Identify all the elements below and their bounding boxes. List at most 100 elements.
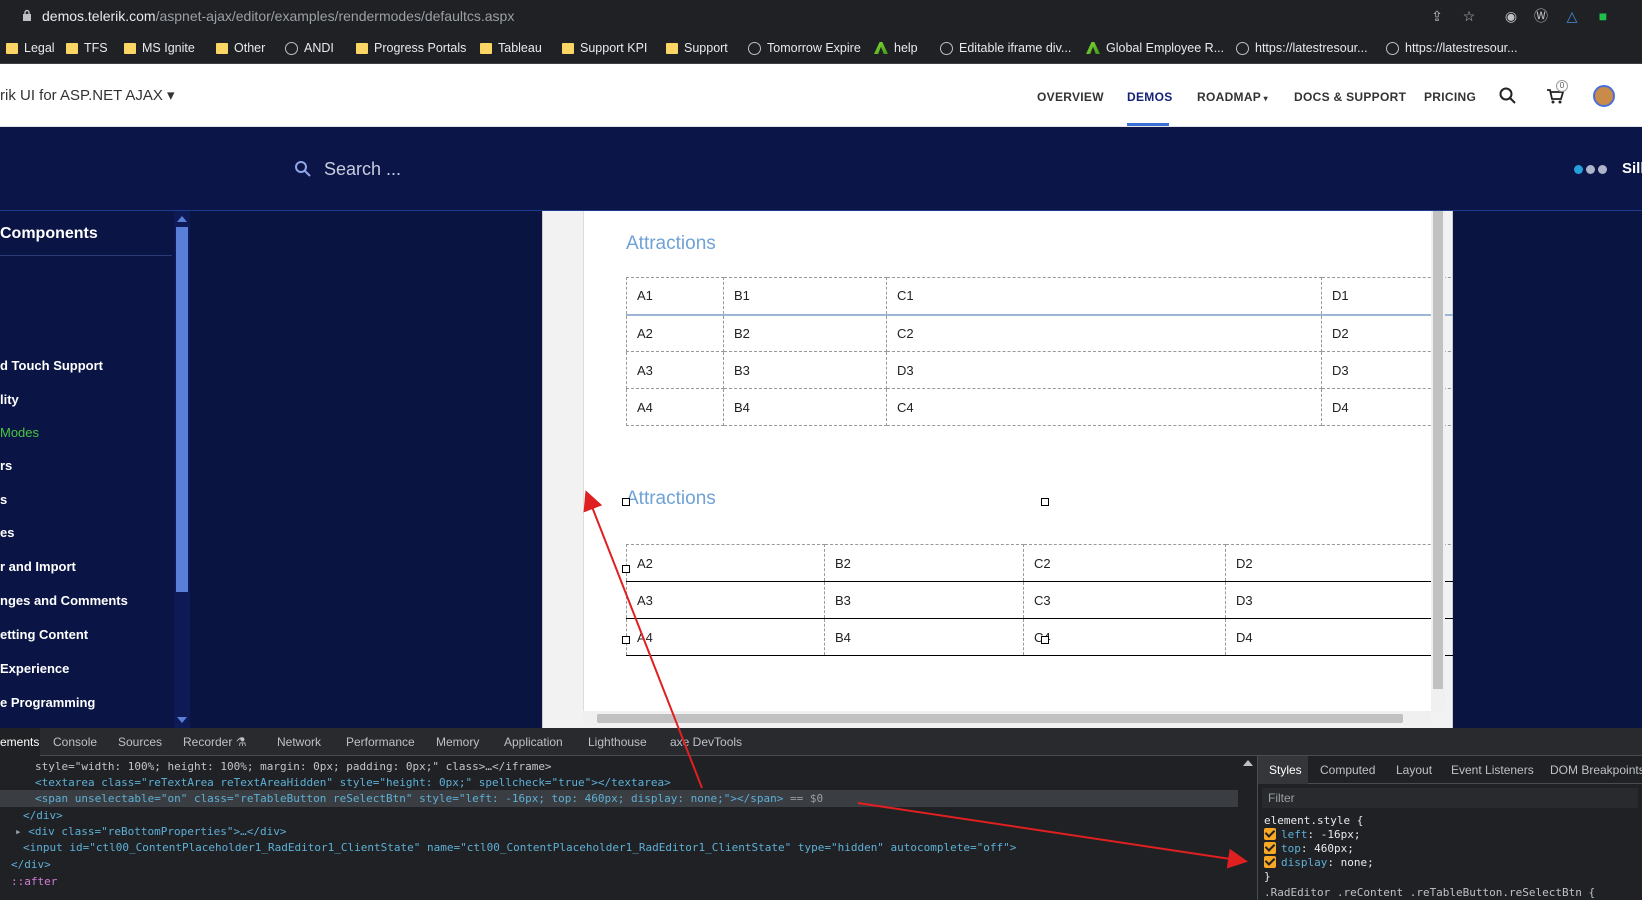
table-cell[interactable]: C4: [886, 388, 1322, 426]
search-icon[interactable]: [1498, 86, 1518, 106]
scrollbar-thumb[interactable]: [597, 714, 1403, 723]
dom-line[interactable]: ▸ <div class="reBottomProperties">…</div…: [15, 825, 287, 838]
bookmark-item[interactable]: Tableau: [480, 39, 542, 57]
table-cell[interactable]: B3: [824, 581, 1024, 619]
bookmark-item[interactable]: Tomorrow Expire: [748, 39, 861, 57]
checkbox-checked-icon[interactable]: [1264, 842, 1276, 854]
tab-elements[interactable]: ements: [0, 735, 39, 749]
table-cell[interactable]: C3: [1023, 581, 1226, 619]
share-icon[interactable]: ⇪: [1428, 7, 1446, 25]
tab-dom-breakpoints[interactable]: DOM Breakpoints: [1550, 763, 1642, 777]
bookmark-item[interactable]: Support: [666, 39, 728, 57]
bookmark-item[interactable]: help: [874, 39, 918, 57]
editor-content-area[interactable]: Attractions A1 B1 C1 D1 A2 B2 C2 D2 A3 B…: [583, 211, 1469, 711]
table-cell[interactable]: A4: [626, 388, 724, 426]
bookmark-item[interactable]: https://latestresour...: [1386, 39, 1518, 57]
checkbox-checked-icon[interactable]: [1264, 856, 1276, 868]
tab-memory[interactable]: Memory: [436, 735, 479, 749]
scrollbar-thumb[interactable]: [1433, 211, 1443, 689]
bookmark-item[interactable]: Global Employee R...: [1086, 39, 1224, 57]
sidebar-item[interactable]: e Programming: [0, 695, 95, 710]
dom-line[interactable]: </div>: [23, 809, 63, 822]
bookmark-item[interactable]: Legal: [6, 39, 55, 57]
dom-line[interactable]: style="width: 100%; height: 100%; margin…: [35, 760, 552, 773]
resize-handle[interactable]: [622, 498, 630, 506]
nav-pricing[interactable]: PRICING: [1424, 90, 1476, 104]
table-cell[interactable]: B4: [824, 618, 1024, 656]
bookmark-item[interactable]: MS Ignite: [124, 39, 195, 57]
table-cell[interactable]: C2: [1023, 544, 1226, 582]
bookmark-item[interactable]: Editable iframe div...: [940, 39, 1071, 57]
table-cell[interactable]: B3: [723, 351, 887, 389]
table-cell[interactable]: D3: [1225, 581, 1466, 619]
table-cell[interactable]: D4: [1225, 618, 1466, 656]
tab-lighthouse[interactable]: Lighthouse: [588, 735, 647, 749]
styles-filter-input[interactable]: Filter: [1262, 788, 1638, 808]
extension-icon[interactable]: △: [1563, 7, 1581, 25]
extension-icon[interactable]: ■: [1594, 7, 1612, 25]
table-cell[interactable]: B2: [723, 314, 887, 352]
product-dropdown[interactable]: rik UI for ASP.NET AJAX ▾: [0, 86, 175, 104]
tab-axe-devtools[interactable]: axe DevTools: [670, 735, 742, 749]
nav-docs-support[interactable]: DOCS & SUPPORT: [1294, 90, 1406, 104]
table-cell[interactable]: A3: [626, 581, 825, 619]
sidebar-item[interactable]: etting Content: [0, 627, 88, 642]
tab-recorder[interactable]: Recorder ⚗: [183, 735, 246, 749]
bookmark-item[interactable]: https://latestresour...: [1236, 39, 1368, 57]
nav-demos[interactable]: DEMOS: [1127, 90, 1173, 104]
tab-application[interactable]: Application: [504, 735, 563, 749]
star-icon[interactable]: ☆: [1460, 7, 1478, 25]
bookmark-item[interactable]: ANDI: [285, 39, 334, 57]
table-cell[interactable]: C4: [1023, 618, 1226, 656]
theme-label[interactable]: Sill: [1622, 160, 1642, 177]
dom-line-selected[interactable]: <span unselectable="on" class="reTableBu…: [35, 792, 823, 805]
tab-event-listeners[interactable]: Event Listeners: [1451, 763, 1534, 777]
sidebar-item[interactable]: Experience: [0, 661, 69, 676]
dom-line[interactable]: <input id="ctl00_ContentPlaceholder1_Rad…: [23, 841, 1016, 854]
editor-heading[interactable]: Attractions: [626, 233, 716, 255]
nav-roadmap[interactable]: ROADMAP ▾: [1197, 90, 1268, 104]
scroll-up-icon[interactable]: [1243, 760, 1253, 766]
url-text[interactable]: demos.telerik.com/aspnet-ajax/editor/exa…: [42, 8, 514, 24]
nav-overview[interactable]: OVERVIEW: [1037, 90, 1104, 104]
table-cell[interactable]: A3: [626, 351, 724, 389]
table-cell[interactable]: D2: [1225, 544, 1466, 582]
table-cell[interactable]: B4: [723, 388, 887, 426]
sidebar-item-active[interactable]: Modes: [0, 425, 39, 440]
resize-handle[interactable]: [1041, 498, 1049, 506]
sidebar-scrollbar[interactable]: [174, 211, 190, 728]
table-cell[interactable]: B2: [824, 544, 1024, 582]
tab-layout[interactable]: Layout: [1396, 763, 1432, 777]
table-cell[interactable]: A1: [626, 277, 724, 316]
theme-switcher-dots[interactable]: [1574, 165, 1607, 174]
editor-horizontal-scrollbar[interactable]: [583, 711, 1431, 725]
dom-line[interactable]: ::after: [11, 875, 57, 888]
scrollbar-thumb[interactable]: [176, 227, 188, 592]
tab-sources[interactable]: Sources: [118, 735, 162, 749]
tab-console[interactable]: Console: [53, 735, 97, 749]
bookmark-item[interactable]: TFS: [66, 39, 108, 57]
checkbox-checked-icon[interactable]: [1264, 828, 1276, 840]
sidebar-item[interactable]: nges and Comments: [0, 593, 128, 608]
sidebar-item[interactable]: d Touch Support: [0, 358, 103, 373]
tab-computed[interactable]: Computed: [1320, 763, 1375, 777]
editor-table-1[interactable]: A1 B1 C1 D1 A2 B2 C2 D2 A3 B3 D3 D3 A4 B…: [626, 277, 1466, 426]
tab-performance[interactable]: Performance: [346, 735, 415, 749]
resize-handle[interactable]: [1041, 636, 1049, 644]
dom-line[interactable]: </div>: [11, 858, 51, 871]
sidebar-item[interactable]: s: [0, 492, 7, 507]
elements-scrollbar[interactable]: [1238, 756, 1258, 900]
table-cell[interactable]: D3: [886, 351, 1322, 389]
avatar[interactable]: [1593, 85, 1615, 107]
table-cell[interactable]: A2: [626, 544, 825, 582]
bookmark-item[interactable]: Progress Portals: [356, 39, 466, 57]
resize-handle[interactable]: [622, 565, 630, 573]
css-declaration[interactable]: left: -16px;: [1264, 828, 1361, 841]
tab-styles[interactable]: Styles: [1269, 763, 1302, 777]
css-declaration[interactable]: display: none;: [1264, 856, 1374, 869]
table-cell[interactable]: A4: [626, 618, 825, 656]
bookmark-item[interactable]: Support KPI: [562, 39, 647, 57]
editor-vertical-scrollbar[interactable]: [1431, 211, 1445, 711]
tab-network[interactable]: Network: [277, 735, 321, 749]
sidebar-item[interactable]: r and Import: [0, 559, 76, 574]
